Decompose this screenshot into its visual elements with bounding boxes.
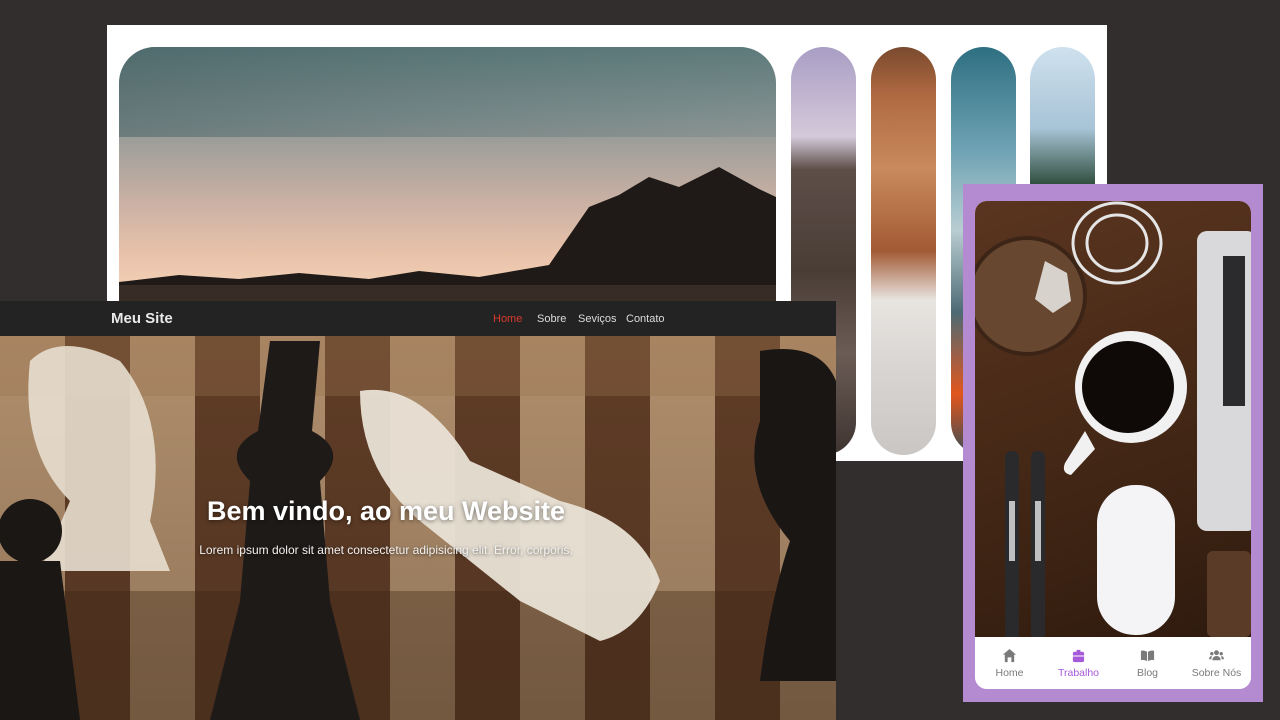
book-icon: [1140, 650, 1155, 661]
briefcase-icon: [1072, 649, 1085, 662]
nav-link-sobre[interactable]: Sobre: [537, 313, 566, 325]
users-icon: [1209, 649, 1224, 660]
desk-items-illustration: [975, 201, 1251, 641]
tab-label-sobre-nos: Sobre Nós: [1191, 666, 1242, 679]
site-logo[interactable]: Meu Site: [111, 310, 173, 327]
nav-link-contato[interactable]: Contato: [626, 313, 665, 325]
home-icon: [1002, 648, 1017, 662]
tab-home[interactable]: Home: [975, 637, 1044, 689]
tab-blog[interactable]: Blog: [1113, 637, 1182, 689]
nav-link-servicos[interactable]: Seviços: [578, 313, 617, 325]
tab-label-trabalho: Trabalho: [1057, 666, 1100, 679]
chess-website-card: Meu Site Home Sobre Seviços Contato Bem …: [0, 301, 836, 720]
tab-label-home: Home: [995, 666, 1024, 679]
bottom-navigation: Home Trabalho Blog Sobre Nós: [975, 637, 1251, 689]
hero-subtitle: Lorem ipsum dolor sit amet consectetur a…: [199, 543, 573, 557]
mobile-app-card: Home Trabalho Blog Sobre Nós: [963, 184, 1263, 702]
hero-title: Bem vindo, ao meu Website: [206, 496, 566, 526]
nav-link-home[interactable]: Home: [493, 313, 522, 325]
tab-label-blog: Blog: [1136, 666, 1158, 679]
gallery-strip-tree[interactable]: [871, 47, 936, 455]
desk-photo: [975, 201, 1251, 641]
navbar: Meu Site Home Sobre Seviços Contato: [0, 301, 836, 336]
tab-sobre-nos[interactable]: Sobre Nós: [1182, 637, 1251, 689]
phone-screen: Home Trabalho Blog Sobre Nós: [975, 201, 1251, 689]
tab-trabalho[interactable]: Trabalho: [1044, 637, 1113, 689]
